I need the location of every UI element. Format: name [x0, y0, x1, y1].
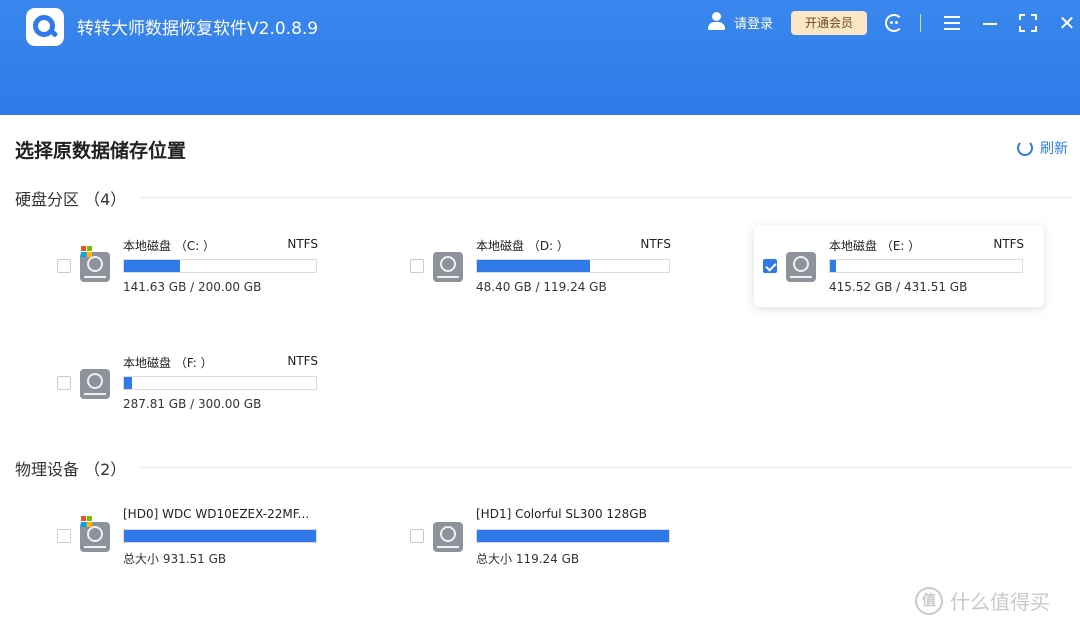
- drive-name: 本地磁盘 （E: ）: [829, 239, 921, 253]
- drive-checkbox[interactable]: [57, 376, 71, 390]
- usage-bar: [476, 529, 670, 543]
- usage-bar: [829, 259, 1023, 273]
- hard-disk-icon: [80, 516, 110, 552]
- drive-checkbox[interactable]: [763, 259, 777, 273]
- menu-icon[interactable]: [941, 12, 963, 34]
- devices-label: 物理设备 （2）: [15, 460, 127, 479]
- hard-disk-icon: [786, 246, 816, 282]
- usage-bar-fill: [124, 377, 132, 389]
- drive-checkbox[interactable]: [57, 259, 71, 273]
- drive-name: 本地磁盘 （C: ）: [123, 239, 216, 253]
- header-divider: [920, 14, 921, 32]
- usage-bar-fill: [830, 260, 836, 272]
- windows-icon: [81, 516, 92, 527]
- partitions-label: 硬盘分区 （4）: [15, 190, 127, 209]
- usage-bar: [476, 259, 670, 273]
- partitions-divider: [140, 197, 1072, 198]
- drive-filesystem: NTFS: [287, 237, 318, 251]
- drive-size: 287.81 GB / 300.00 GB: [123, 397, 262, 411]
- maximize-icon[interactable]: [1017, 12, 1039, 34]
- hard-disk-icon: [80, 246, 110, 282]
- usage-bar: [123, 529, 317, 543]
- devices-divider: [140, 467, 1072, 468]
- device-checkbox[interactable]: [410, 529, 424, 543]
- device-size: 总大小 931.51 GB: [123, 552, 227, 566]
- title-bar: 转转大师数据恢复软件V2.0.8.9 请登录 开通会员 ✕: [0, 0, 1080, 115]
- device-hd0[interactable]: [HD0] WDC WD10EZEX-22MF... 总大小 931.51 GB: [48, 495, 338, 577]
- device-name: [HD0] WDC WD10EZEX-22MF...: [123, 507, 310, 521]
- drive-name: 本地磁盘 （D: ）: [476, 239, 569, 253]
- refresh-button[interactable]: 刷新: [1017, 138, 1068, 158]
- usage-bar-fill: [477, 260, 591, 272]
- device-size: 总大小 119.24 GB: [476, 552, 580, 566]
- page-title: 选择原数据储存位置: [15, 140, 187, 162]
- app-logo-icon: [26, 8, 64, 46]
- user-icon[interactable]: [707, 12, 725, 30]
- drive-filesystem: NTFS: [287, 354, 318, 368]
- watermark-text: 什么值得买: [950, 590, 1050, 614]
- drive-e[interactable]: 本地磁盘 （E: ） NTFS 415.52 GB / 431.51 GB: [754, 225, 1044, 307]
- refresh-icon: [1017, 140, 1033, 156]
- login-link[interactable]: 请登录: [734, 13, 773, 32]
- hard-disk-icon: [433, 516, 463, 552]
- watermark-logo: 值: [915, 586, 943, 615]
- close-icon[interactable]: ✕: [1056, 12, 1078, 34]
- hard-disk-icon: [80, 363, 110, 399]
- usage-bar: [123, 376, 317, 390]
- drive-d[interactable]: 本地磁盘 （D: ） NTFS 48.40 GB / 119.24 GB: [401, 225, 691, 307]
- drive-size: 415.52 GB / 431.51 GB: [829, 280, 968, 294]
- support-icon[interactable]: [883, 12, 905, 34]
- device-hd1[interactable]: [HD1] Colorful SL300 128GB 总大小 119.24 GB: [401, 495, 691, 577]
- vip-button[interactable]: 开通会员: [791, 11, 867, 35]
- drive-filesystem: NTFS: [640, 237, 671, 251]
- usage-bar-fill: [124, 530, 316, 542]
- refresh-label: 刷新: [1040, 141, 1068, 157]
- usage-bar-fill: [124, 260, 180, 272]
- drive-size: 141.63 GB / 200.00 GB: [123, 280, 262, 294]
- drive-name: 本地磁盘 （F: ）: [123, 356, 213, 370]
- drive-c[interactable]: 本地磁盘 （C: ） NTFS 141.63 GB / 200.00 GB: [48, 225, 338, 307]
- windows-icon: [81, 246, 92, 257]
- drive-f[interactable]: 本地磁盘 （F: ） NTFS 287.81 GB / 300.00 GB: [48, 342, 338, 424]
- usage-bar: [123, 259, 317, 273]
- drive-filesystem: NTFS: [993, 237, 1024, 251]
- hard-disk-icon: [433, 246, 463, 282]
- device-name: [HD1] Colorful SL300 128GB: [476, 507, 647, 521]
- watermark: 值 什么值得买: [915, 586, 1050, 615]
- usage-bar-fill: [477, 530, 669, 542]
- minimize-icon[interactable]: [980, 12, 1002, 34]
- app-title: 转转大师数据恢复软件V2.0.8.9: [77, 19, 319, 39]
- drive-checkbox[interactable]: [410, 259, 424, 273]
- device-checkbox[interactable]: [57, 529, 71, 543]
- drive-size: 48.40 GB / 119.24 GB: [476, 280, 607, 294]
